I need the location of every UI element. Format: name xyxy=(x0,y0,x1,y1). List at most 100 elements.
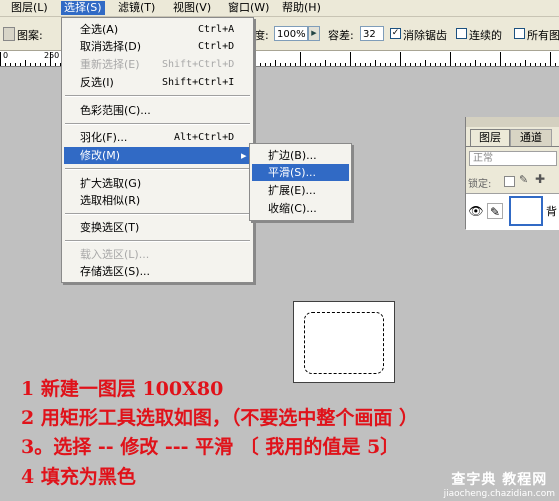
lock-move-icon[interactable]: ✚ xyxy=(535,172,545,186)
ruler-tick xyxy=(305,63,306,66)
menu-bar: 图层(L) 选择(S) 滤镜(T) 视图(V) 窗口(W) 帮助(H) xyxy=(0,0,559,17)
ruler-tick xyxy=(505,63,506,66)
watermark: 查字典 教程网 jiaocheng.chazidian.com xyxy=(444,469,555,499)
antialias-checkbox[interactable]: ✓ xyxy=(390,28,401,39)
ruler-tick xyxy=(435,63,436,66)
watermark-url: jiaocheng.chazidian.com xyxy=(443,489,555,499)
menu-item-grow[interactable]: 扩大选取(G) xyxy=(64,175,251,192)
menu-item-feather[interactable]: 羽化(F)... Alt+Ctrl+D xyxy=(64,129,251,146)
ruler-tick xyxy=(265,63,266,66)
menu-item-save-selection[interactable]: 存储选区(S)... xyxy=(64,263,251,280)
ruler-tick xyxy=(490,63,491,66)
ruler-tick xyxy=(50,52,51,66)
ruler-tick xyxy=(425,60,426,66)
ruler-tick xyxy=(295,63,296,66)
ruler-tick xyxy=(260,63,261,66)
ruler-tick xyxy=(255,63,256,66)
menu-item-inverse[interactable]: 反选(I) Shift+Ctrl+I xyxy=(64,74,251,91)
menu-view[interactable]: 视图(V) xyxy=(170,1,214,15)
ruler-tick xyxy=(370,63,371,66)
submenu-arrow-icon: ▸ xyxy=(241,149,247,162)
menu-separator xyxy=(65,123,250,125)
ruler-tick xyxy=(520,63,521,66)
opacity-input[interactable]: 100% xyxy=(274,26,308,41)
layer-row[interactable]: 👁 ✎ 背 xyxy=(466,193,559,230)
ruler-tick xyxy=(310,63,311,66)
layers-panel: 图层 通道 正常 锁定: ✎ ✚ 👁 ✎ 背 xyxy=(465,117,559,230)
ruler-tick xyxy=(470,63,471,66)
ruler-tick xyxy=(15,63,16,66)
ruler-tick xyxy=(545,63,546,66)
contiguous-checkbox[interactable] xyxy=(456,28,467,39)
ruler-tick xyxy=(330,63,331,66)
menu-item-modify[interactable]: 修改(M) ▸ xyxy=(64,147,251,164)
menu-item-color-range[interactable]: 色彩范围(C)... xyxy=(64,102,251,119)
ruler-tick xyxy=(325,60,326,66)
ruler-tick xyxy=(285,63,286,66)
ruler-tick xyxy=(485,63,486,66)
ruler-tick xyxy=(405,63,406,66)
menu-item-transform-selection[interactable]: 变换选区(T) xyxy=(64,219,251,236)
submenu-item-smooth[interactable]: 平滑(S)... xyxy=(252,164,349,181)
menu-item-select-all[interactable]: 全选(A) Ctrl+A xyxy=(64,21,251,38)
ruler-tick xyxy=(280,63,281,66)
menu-layer[interactable]: 图层(L) xyxy=(8,1,51,15)
tab-layers[interactable]: 图层 xyxy=(470,129,510,146)
ruler-tick xyxy=(540,63,541,66)
ruler-tick xyxy=(450,52,451,66)
menu-filter[interactable]: 滤镜(T) xyxy=(115,1,158,15)
tool-preset-icon[interactable] xyxy=(3,27,15,41)
lock-paint-icon[interactable]: ✎ xyxy=(519,173,528,186)
lock-transparency-icon[interactable] xyxy=(504,176,515,187)
ruler-tick xyxy=(510,63,511,66)
submenu-item-border[interactable]: 扩边(B)... xyxy=(252,147,349,164)
brush-icon: ✎ xyxy=(487,203,503,219)
step-3-text: 3。选择 -- 修改 --- 平滑 〔 我用的值是 5〕 xyxy=(21,436,400,458)
ruler-tick xyxy=(375,60,376,66)
menu-help[interactable]: 帮助(H) xyxy=(279,1,324,15)
ruler-tick xyxy=(480,63,481,66)
ruler-tick xyxy=(40,63,41,66)
ruler-tick xyxy=(410,63,411,66)
ruler-tick xyxy=(400,52,401,66)
ruler-tick xyxy=(500,52,501,66)
all-layers-checkbox[interactable] xyxy=(514,28,525,39)
menu-window[interactable]: 窗口(W) xyxy=(225,1,272,15)
ruler-tick xyxy=(430,63,431,66)
ruler-tick xyxy=(30,63,31,66)
tolerance-input[interactable]: 32 xyxy=(360,26,384,41)
smoothed-selection-marquee xyxy=(304,312,384,374)
all-layers-label: 所有图 xyxy=(527,29,559,42)
menu-item-similar[interactable]: 选取相似(R) xyxy=(64,192,251,209)
ruler-tick xyxy=(550,52,551,66)
ruler-tick xyxy=(25,60,26,66)
lock-label: 锁定: xyxy=(468,179,492,190)
ruler-tick xyxy=(475,60,476,66)
ruler-tick xyxy=(55,63,56,66)
step-2-text: 2 用矩形工具选取如图，（不要选中整个画面 ） xyxy=(21,407,418,429)
ruler-tick xyxy=(515,63,516,66)
ruler-label-0: 0 xyxy=(3,51,9,60)
ruler-tick xyxy=(335,63,336,66)
menu-item-load-selection: 载入选区(L)... xyxy=(80,248,150,261)
submenu-item-contract[interactable]: 收缩(C)... xyxy=(252,200,349,217)
menu-item-reselect: 重新选择(E) Shift+Ctrl+D xyxy=(80,58,235,71)
ruler-tick xyxy=(445,63,446,66)
menu-select[interactable]: 选择(S) xyxy=(61,1,105,15)
ruler-tick xyxy=(415,63,416,66)
tab-channels[interactable]: 通道 xyxy=(510,129,552,147)
submenu-item-expand[interactable]: 扩展(E)... xyxy=(252,182,349,199)
document-canvas[interactable] xyxy=(293,301,395,383)
opacity-slider-arrow-icon[interactable]: ▶ xyxy=(308,26,320,41)
menu-separator xyxy=(65,168,250,170)
panel-title-bar[interactable] xyxy=(466,117,559,127)
tab-divider xyxy=(466,146,559,147)
ruler-tick xyxy=(360,63,361,66)
ruler-tick xyxy=(35,63,36,66)
visibility-eye-icon[interactable]: 👁 xyxy=(468,203,484,219)
ruler-tick xyxy=(530,63,531,66)
menu-item-deselect[interactable]: 取消选择(D) Ctrl+D xyxy=(64,38,251,55)
ruler-tick xyxy=(380,63,381,66)
blend-mode-select[interactable]: 正常 xyxy=(469,151,557,166)
layer-name: 背 xyxy=(546,205,557,218)
